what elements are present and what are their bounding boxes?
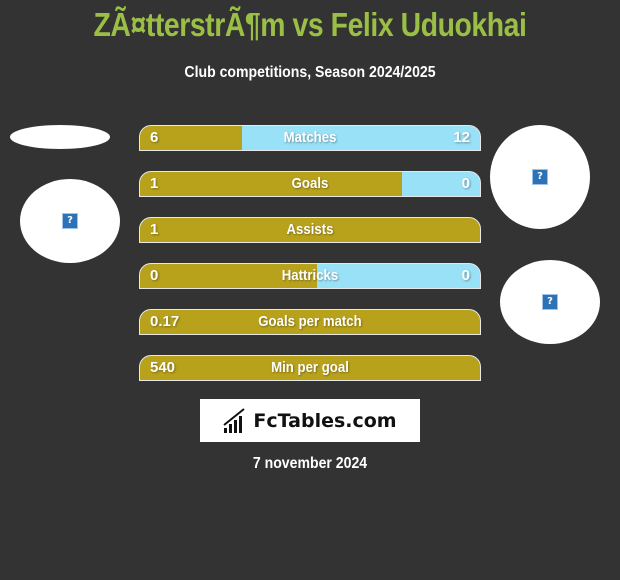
- broken-image-icon: ?: [542, 294, 558, 310]
- brand-name: FcTables.com: [253, 409, 397, 432]
- right-player-photo: ?: [490, 125, 590, 229]
- stat-label: Hattricks: [281, 267, 339, 284]
- right-value: 0: [461, 267, 470, 284]
- left-value: 1: [150, 175, 159, 192]
- match-date: 7 november 2024: [252, 455, 368, 472]
- stat-label: Goals: [291, 175, 329, 192]
- broken-image-icon: ?: [532, 169, 548, 185]
- left-value: 0: [150, 267, 159, 284]
- page-title: ZÃ¤tterstrÃ¶m vs Felix Uduokhai: [93, 6, 527, 43]
- right-value: 0: [461, 175, 470, 192]
- stat-bar-hattricks: 0 Hattricks 0: [139, 263, 481, 289]
- broken-image-icon: ?: [62, 213, 78, 229]
- stat-bar-matches: 6 Matches 12: [139, 125, 481, 151]
- fctables-logo[interactable]: FcTables.com: [200, 399, 420, 442]
- stat-label: Goals per match: [258, 313, 362, 330]
- stat-bar-goals-per-match: 0.17 Goals per match: [139, 309, 481, 335]
- bar-chart-icon: [223, 407, 246, 433]
- stat-bar-assists: 1 Assists: [139, 217, 481, 243]
- left-team-logo: [10, 125, 110, 149]
- stat-bar-min-per-goal: 540 Min per goal: [139, 355, 481, 381]
- stat-label: Min per goal: [271, 359, 349, 376]
- left-value: 6: [150, 129, 159, 146]
- right-value: 12: [453, 129, 470, 146]
- right-team-logo: ?: [500, 260, 600, 344]
- left-player-photo: ?: [20, 179, 120, 263]
- stat-label: Assists: [286, 221, 334, 238]
- left-value: 1: [150, 221, 159, 238]
- stat-label: Matches: [283, 129, 337, 146]
- stat-bar-goals: 1 Goals 0: [139, 171, 481, 197]
- competition-subtitle: Club competitions, Season 2024/2025: [184, 64, 436, 81]
